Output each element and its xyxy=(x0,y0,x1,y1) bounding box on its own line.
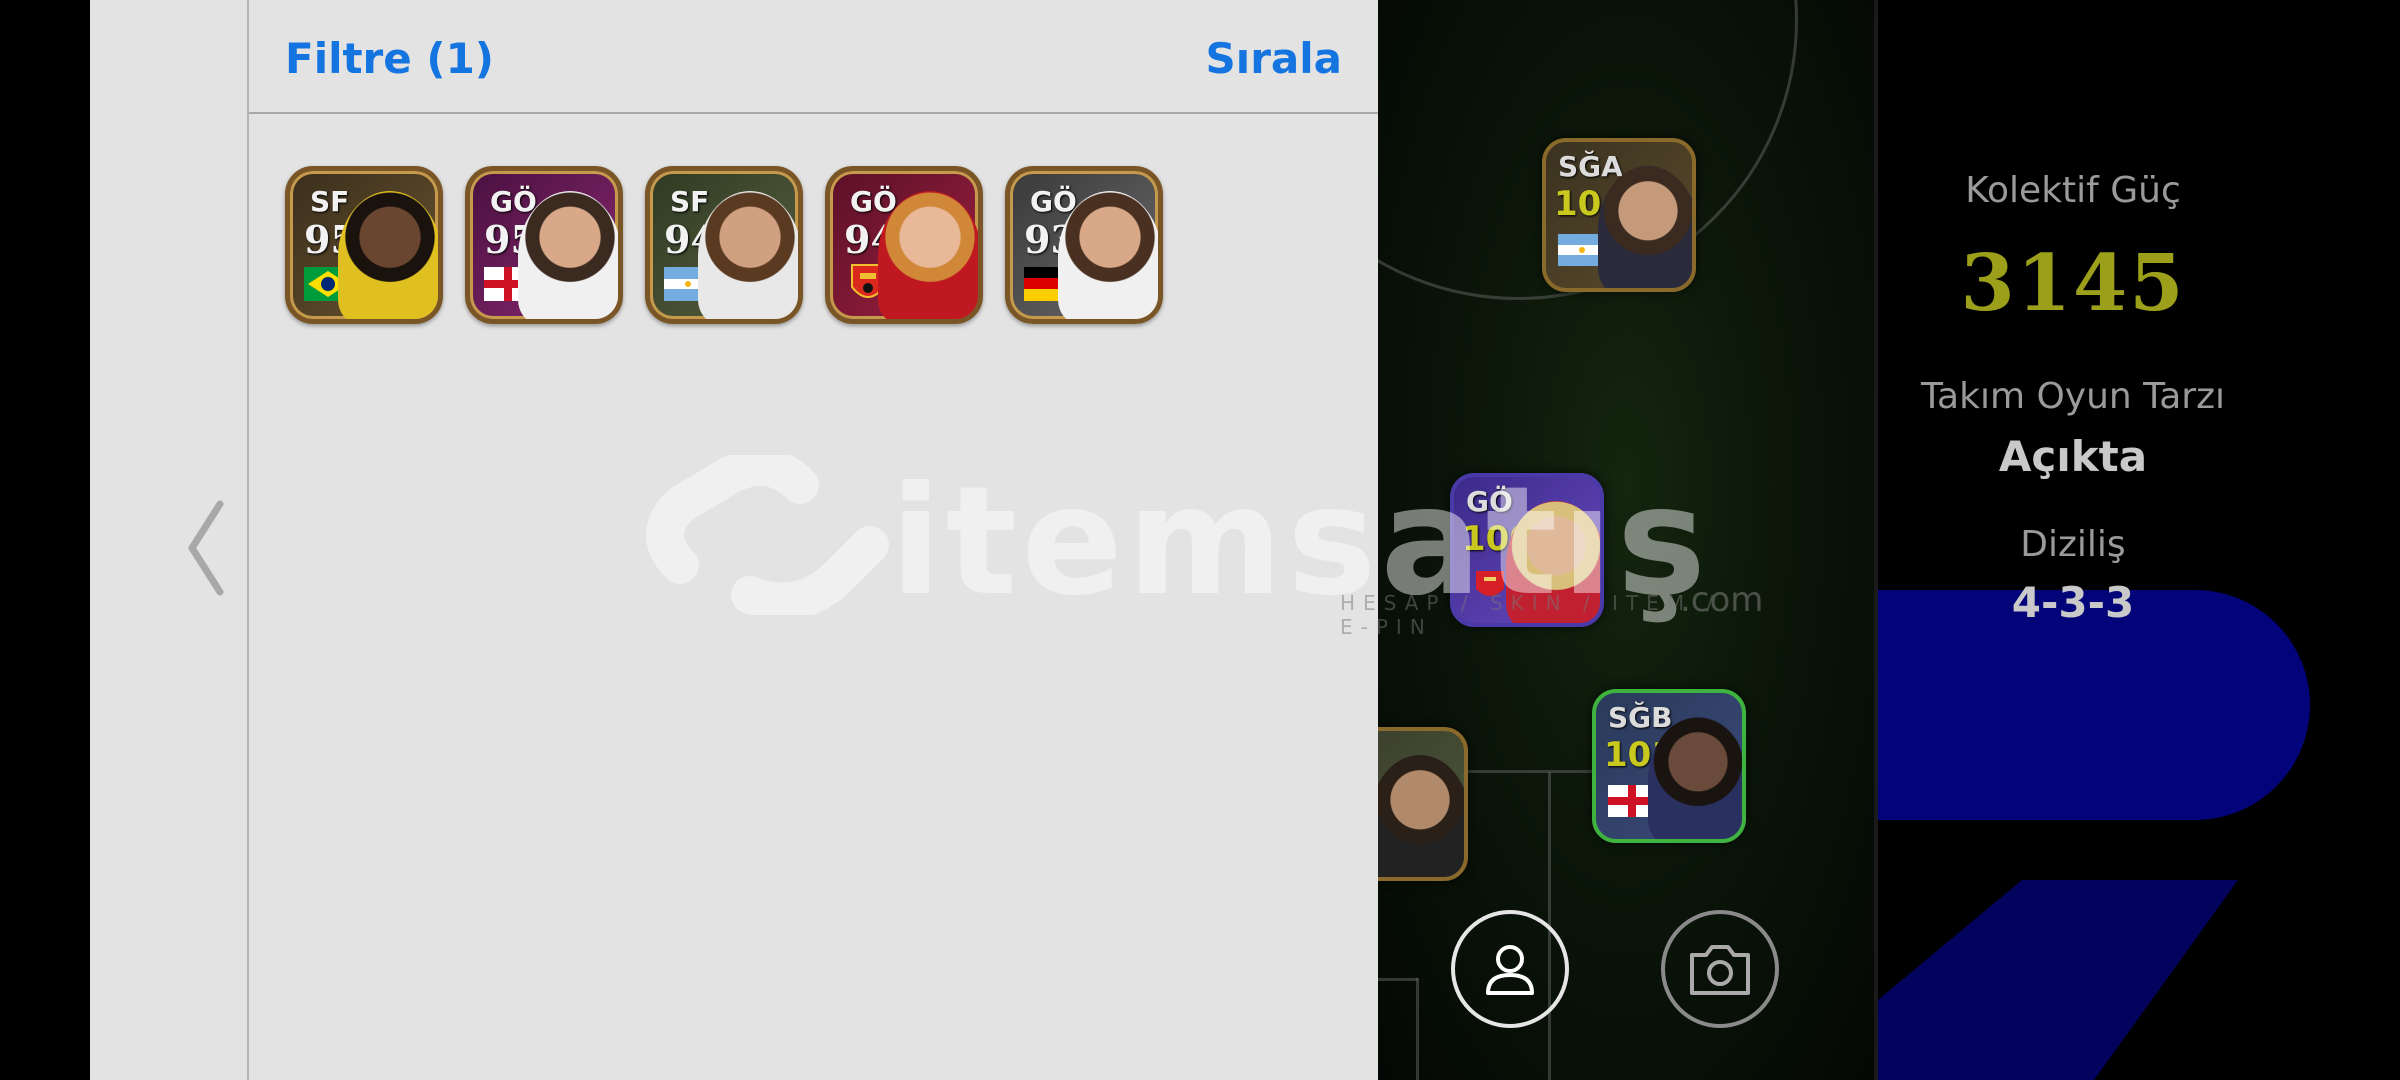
player-position: SF xyxy=(310,185,350,218)
pitch-line xyxy=(1416,978,1419,1080)
team-power-label: Kolektif Güç xyxy=(1965,170,2181,211)
player-card[interactable]: GÖ 95 xyxy=(465,166,623,324)
pitch-player-card[interactable]: SĞB 101 xyxy=(1592,689,1746,843)
formation-label: Diziliş xyxy=(2020,524,2126,565)
player-portrait xyxy=(1598,166,1692,288)
back-strip xyxy=(90,0,249,1080)
player-portrait xyxy=(518,191,618,319)
player-selection-panel: Filtre (1) Sırala SF 95 GÖ 95 SF 94 GÖ 9… xyxy=(90,0,1378,1080)
person-icon xyxy=(1486,945,1534,995)
camera-icon xyxy=(1690,945,1750,995)
pitch-line xyxy=(1378,978,1418,981)
player-position: SF xyxy=(670,185,710,218)
player-position: SĞA xyxy=(1558,150,1623,183)
strip-divider xyxy=(247,0,249,1080)
player-portrait xyxy=(1506,501,1600,623)
team-style-label: Takım Oyun Tarzı xyxy=(1921,376,2225,417)
pitch-field: SĞA 104 GÖ 100 SĞB 101 xyxy=(1378,0,1874,1080)
camera-button[interactable] xyxy=(1661,910,1779,1028)
player-portrait xyxy=(1058,191,1158,319)
player-portrait xyxy=(1378,755,1464,877)
team-info-panel: Kolektif Güç 3145 Takım Oyun Tarzı Açıkt… xyxy=(1878,0,2400,1080)
sort-button[interactable]: Sırala xyxy=(1206,34,1342,83)
player-card[interactable]: GÖ 93 xyxy=(1005,166,1163,324)
formation-value: 4-3-3 xyxy=(2011,578,2135,627)
selection-header: Filtre (1) Sırala xyxy=(249,0,1378,114)
player-position: GÖ xyxy=(1466,485,1513,518)
team-style-value: Açıkta xyxy=(1998,432,2148,481)
filter-button[interactable]: Filtre (1) xyxy=(285,34,494,83)
pitch-player-card[interactable]: GÖ 100 xyxy=(1450,473,1604,627)
player-card[interactable]: SF 95 xyxy=(285,166,443,324)
chevron-left-icon[interactable] xyxy=(186,500,226,596)
player-portrait xyxy=(878,191,978,319)
player-portrait xyxy=(698,191,798,319)
player-portrait xyxy=(1648,717,1742,839)
player-card[interactable]: SF 94 xyxy=(645,166,803,324)
profile-button[interactable] xyxy=(1451,910,1569,1028)
pitch-player-card[interactable] xyxy=(1378,727,1468,881)
team-power-value: 3145 xyxy=(1960,238,2186,329)
pitch-player-card[interactable]: SĞA 104 xyxy=(1542,138,1696,292)
player-position: SĞB xyxy=(1608,701,1673,734)
player-portrait xyxy=(338,191,438,319)
decorative-shape xyxy=(1878,880,2238,1080)
player-card[interactable]: GÖ 94 xyxy=(825,166,983,324)
